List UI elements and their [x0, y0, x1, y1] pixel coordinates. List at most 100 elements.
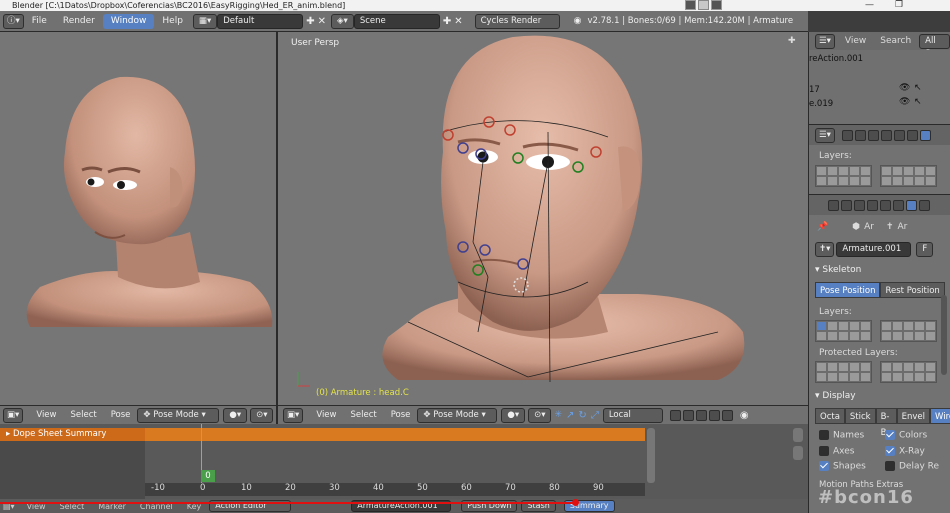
display-mode-stick[interactable]: Stick — [844, 408, 876, 424]
names-checkbox[interactable]: Names — [819, 430, 885, 441]
menu-file[interactable]: File — [24, 11, 55, 32]
pose-mode-icon: ✥ — [143, 409, 154, 420]
maximize-icon[interactable]: ❐ — [895, 0, 903, 10]
right-pivot-select[interactable]: ⊙▾ — [528, 407, 552, 423]
layout-grid-icon[interactable]: ▦▾ — [192, 13, 218, 29]
outliner-menu-view[interactable]: View — [845, 36, 866, 46]
menu-help[interactable]: Help — [154, 11, 191, 32]
manipulator-icon[interactable]: ✳ — [554, 410, 562, 420]
shapes-checkbox[interactable]: Shapes — [819, 461, 885, 472]
display-mode-wire[interactable]: Wire — [930, 408, 950, 424]
current-frame-marker[interactable]: 0 — [201, 470, 215, 482]
rest-position-button[interactable]: Rest Position — [880, 282, 945, 298]
cursor-icon[interactable]: ↖ — [914, 97, 922, 107]
display-mode-toggle[interactable]: Octa Stick B-Bo Envel Wire — [815, 408, 950, 438]
outliner-row[interactable]: e.019 — [809, 99, 833, 109]
menu-render[interactable]: Render — [55, 11, 103, 32]
right-shading-select[interactable]: ●▾ — [501, 407, 526, 423]
scale-icon[interactable]: ⤢ — [591, 410, 599, 421]
right-menu-select[interactable]: Select — [343, 406, 383, 425]
left-3d-viewport[interactable] — [0, 32, 276, 405]
frame-tick: 30 — [329, 483, 340, 493]
skeleton-panel-header[interactable]: ▾ Skeleton — [809, 262, 950, 279]
screen-icon[interactable] — [685, 0, 696, 10]
left-menu-pose[interactable]: Pose — [104, 406, 138, 425]
outliner-header: ☰▾ View Search All Sce — [809, 32, 950, 59]
dope-sheet-scroll-buttons[interactable] — [793, 428, 805, 460]
cursor-icon[interactable]: ↖ — [914, 83, 922, 93]
remove-scene-icon[interactable]: ✕ — [454, 16, 462, 27]
axes-checkbox[interactable]: Axes — [819, 445, 885, 456]
eye-icon[interactable]: 👁 — [899, 83, 910, 93]
lock-layers-icon[interactable]: ◉ — [740, 410, 749, 421]
colors-checkbox[interactable]: Colors — [885, 430, 950, 441]
outliner-row[interactable]: reAction.001 — [809, 54, 863, 64]
frame-ruler[interactable]: -10 0 10 20 30 40 50 60 70 80 90 — [145, 483, 645, 496]
properties-context-icons[interactable] — [841, 129, 932, 141]
position-toggle[interactable]: Pose Position Rest Position — [815, 282, 950, 298]
info-header: ⓘ▾ File Render Window Help ▦▾ Default ✚ … — [0, 11, 808, 32]
add-scene-icon[interactable]: ✚ — [443, 16, 451, 27]
outliner-menu-search[interactable]: Search — [880, 36, 911, 46]
outliner-row[interactable]: 17 — [809, 85, 820, 95]
summary-channel[interactable]: ▸ Dope Sheet Summary — [0, 428, 145, 441]
left-menu-select[interactable]: Select — [63, 406, 103, 425]
scene-field[interactable]: Scene — [353, 13, 440, 29]
render-engine-select[interactable]: Cycles Render — [474, 13, 560, 29]
outliner-filter-select[interactable]: All Sce — [919, 33, 950, 59]
viewport-expand-icon[interactable]: ✚ — [788, 36, 796, 46]
protected-layer-grid[interactable] — [809, 358, 950, 383]
left-shading-select[interactable]: ●▾ — [223, 407, 248, 423]
add-layout-icon[interactable]: ✚ — [306, 16, 314, 27]
checkbox-box — [819, 461, 829, 471]
right-mode-select[interactable]: ✥ Pose Mode ▾ — [417, 407, 498, 423]
window-controls[interactable] — [685, 0, 730, 11]
left-mode-select[interactable]: ✥ Pose Mode ▾ — [137, 407, 220, 423]
scene-icon[interactable]: ◈▾ — [331, 13, 354, 29]
display-panel-header[interactable]: ▾ Display — [809, 388, 950, 405]
delay-refresh-checkbox[interactable]: Delay Re — [885, 461, 950, 472]
dope-sheet[interactable]: ▸ Dope Sheet Summary 0 -10 0 10 20 30 40… — [0, 424, 808, 499]
minimize-icon[interactable]: — — [865, 0, 874, 10]
editor-3d-icon-right[interactable]: ▣▾ — [283, 407, 304, 423]
fake-user-button[interactable]: F — [916, 241, 934, 257]
os-window-buttons[interactable]: — ❐ — [855, 0, 950, 11]
layout-field[interactable]: Default — [217, 13, 304, 29]
properties-tabs[interactable] — [809, 195, 950, 215]
render-layer-grid[interactable] — [809, 161, 950, 187]
right-menu-pose[interactable]: Pose — [384, 406, 418, 425]
pin-icon[interactable]: 📌 — [817, 222, 828, 232]
outliner-editor-icon[interactable]: ☰▾ — [815, 33, 835, 49]
expand-arrow-icon[interactable]: ▸ — [6, 429, 10, 439]
left-pivot-select[interactable]: ⊙▾ — [250, 407, 274, 423]
video-progress-bar[interactable] — [0, 502, 575, 504]
rotate-icon[interactable]: ↻ — [578, 410, 586, 421]
orientation-select[interactable]: Local — [602, 407, 663, 423]
eye-icon[interactable]: 👁 — [899, 97, 910, 107]
video-scrubber-handle[interactable] — [572, 499, 579, 506]
properties-editor-icon[interactable]: ☰▾ — [815, 127, 835, 143]
object-info-label: (0) Armature : head.C — [316, 388, 409, 398]
properties-scrollbar[interactable] — [941, 295, 947, 375]
armature-name-field[interactable]: Armature.001 — [836, 241, 912, 257]
display-mode-bbone[interactable]: B-Bo — [875, 408, 897, 438]
remove-layout-icon[interactable]: ✕ — [318, 16, 326, 27]
dope-sheet-scrollbar[interactable] — [647, 428, 655, 483]
armature-data-icon[interactable]: ✝▾ — [815, 241, 835, 257]
pose-position-button[interactable]: Pose Position — [815, 282, 881, 298]
layout-icon[interactable] — [698, 0, 709, 10]
layer-buttons[interactable] — [669, 409, 734, 421]
xray-checkbox[interactable]: X-Ray — [885, 445, 950, 456]
display-mode-envelope[interactable]: Envel — [896, 408, 931, 424]
move-icon[interactable] — [711, 0, 722, 10]
right-menu-view[interactable]: View — [309, 406, 343, 425]
editor-type-icon[interactable]: ⓘ▾ — [3, 13, 24, 29]
bone-layer-grid[interactable] — [809, 317, 950, 342]
translate-icon[interactable]: ↗ — [566, 410, 574, 421]
editor-3d-icon[interactable]: ▣▾ — [3, 407, 24, 423]
right-3d-viewport[interactable]: User Persp ✚ (0) Armature: head.C — [278, 32, 808, 405]
left-menu-view[interactable]: View — [29, 406, 63, 425]
xray-label: X-Ray — [899, 446, 925, 456]
menu-window[interactable]: Window — [102, 13, 155, 29]
display-mode-octa[interactable]: Octa — [815, 408, 845, 424]
